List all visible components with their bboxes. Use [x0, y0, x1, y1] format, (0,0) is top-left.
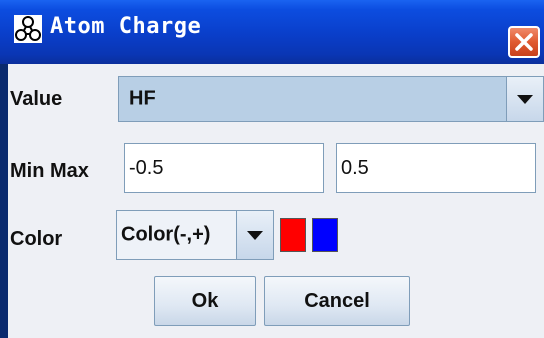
ok-button[interactable]: Ok [154, 276, 256, 326]
value-label: Value [10, 88, 63, 110]
title-bar: Atom Charge [0, 0, 544, 64]
molecule-icon [14, 15, 42, 43]
positive-color-swatch[interactable] [312, 218, 338, 252]
value-dropdown-button[interactable] [506, 77, 543, 121]
color-selected: Color(-,+) [121, 223, 211, 246]
negative-color-swatch[interactable] [280, 218, 306, 252]
color-dropdown-button[interactable] [236, 211, 273, 259]
dialog-title: Atom Charge [50, 14, 202, 39]
color-combobox[interactable]: Color(-,+) [116, 210, 274, 260]
min-field[interactable]: -0.5 [124, 143, 324, 193]
chevron-down-icon [517, 94, 533, 104]
value-selected: HF [129, 87, 156, 110]
close-icon [515, 33, 533, 51]
dialog-content: Value HF Min Max -0.5 0.5 Color Color(-,… [8, 64, 544, 338]
close-button[interactable] [508, 26, 540, 58]
max-field[interactable]: 0.5 [336, 143, 536, 193]
value-combobox[interactable]: HF [118, 76, 544, 122]
cancel-button[interactable]: Cancel [264, 276, 410, 326]
minmax-label: Min Max [10, 160, 89, 182]
color-label: Color [10, 228, 63, 250]
chevron-down-icon [247, 230, 263, 240]
atom-charge-dialog: Atom Charge Value HF Min Max -0.5 0.5 Co… [0, 0, 544, 338]
